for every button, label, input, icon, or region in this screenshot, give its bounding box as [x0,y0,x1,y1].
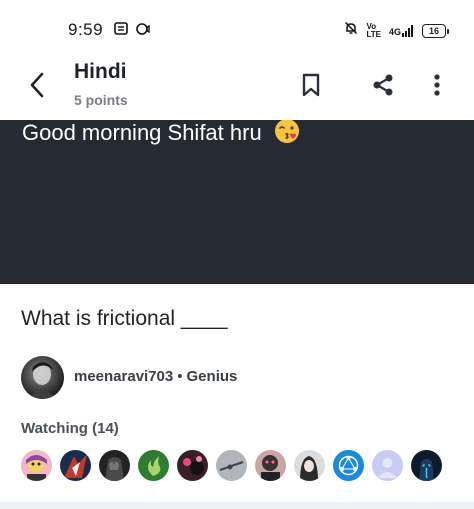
status-bar: 9:59 Vo LTE 4G 16 [0,0,474,60]
watcher-avatar[interactable] [60,450,91,481]
app-header: Hindi 5 points [0,60,474,120]
watcher-avatar[interactable] [333,450,364,481]
points-label: 5 points [74,92,128,108]
bottom-divider [0,502,474,509]
question-text: What is frictional ____ [21,307,228,330]
network-type: 4G [388,26,401,37]
share-button[interactable] [368,70,398,100]
chevron-left-icon [30,72,44,98]
subject-title: Hindi [74,60,127,83]
author-avatar[interactable] [21,355,64,399]
question-image-caption: Good morning Shifat hru [22,120,300,150]
volte-icon: Vo LTE [366,21,381,39]
status-system-icons: Vo LTE 4G 16 [344,21,449,40]
watching-label: Watching (14) [21,420,119,437]
back-button[interactable] [22,70,52,100]
author-row[interactable]: meenaravi703 • Genius [21,355,237,399]
bookmark-button[interactable] [296,70,326,100]
watcher-avatar[interactable] [411,450,442,481]
watcher-avatar[interactable] [138,450,169,481]
battery-icon: 16 [422,23,449,38]
share-icon [373,74,393,96]
watcher-avatar[interactable] [294,450,325,481]
question-attachment-image[interactable]: Good morning Shifat hru [0,120,474,284]
status-notification-icons [114,22,150,41]
battery-level: 16 [428,25,439,36]
watcher-avatar[interactable] [21,450,52,481]
author-rank: Genius [186,368,238,385]
watcher-avatar-placeholder[interactable] [372,450,403,481]
chat-bubble-icon [136,22,150,41]
mute-bell-icon [344,21,358,40]
more-vertical-icon [434,74,440,96]
watcher-avatar[interactable] [99,450,130,481]
watcher-avatar[interactable] [216,450,247,481]
more-options-button[interactable] [422,70,452,100]
watcher-avatar[interactable] [255,450,286,481]
kissing-face-icon [274,120,300,150]
author-separator: • [177,368,183,385]
status-time: 9:59 [68,20,104,39]
watcher-avatar[interactable] [177,450,208,481]
bookmark-icon [302,73,320,97]
message-icon [114,22,128,41]
watchers-list [21,450,442,481]
author-username[interactable]: meenaravi703 [74,368,173,385]
author-info: meenaravi703 • Genius [74,368,237,386]
signal-icon: 4G [388,24,414,37]
